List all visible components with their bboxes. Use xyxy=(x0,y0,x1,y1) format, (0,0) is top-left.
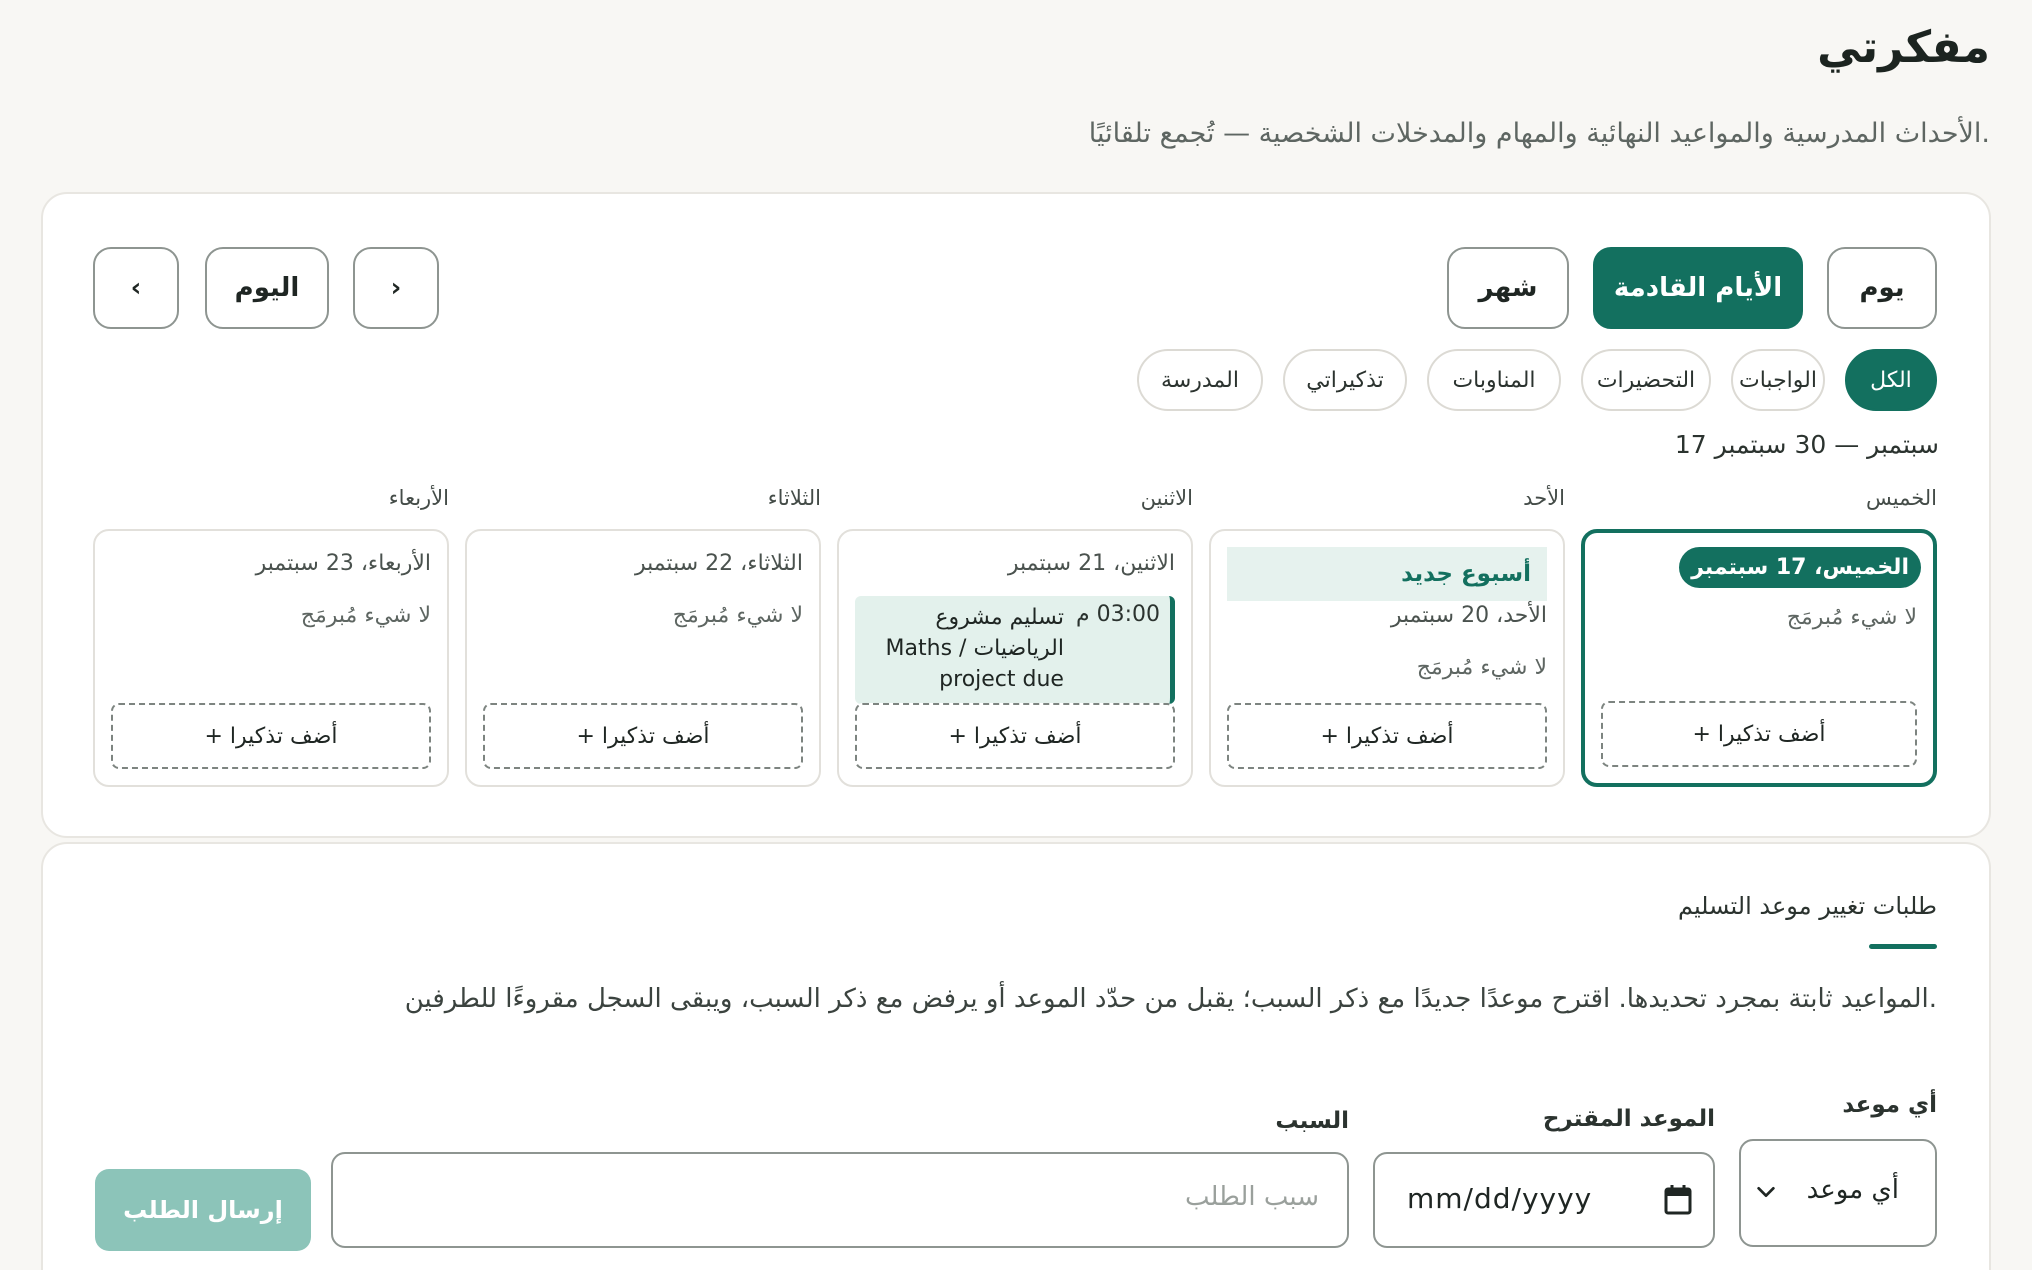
day-date: الأحد، 20 سبتمبر xyxy=(1390,603,1547,628)
view-day-button[interactable]: يوم xyxy=(1827,247,1937,329)
day-cell-today: الخميس، 17 سبتمبر لا شيء مُبرمَج + أضف ت… xyxy=(1581,529,1937,787)
filter-chip-preparations[interactable]: التحضيرات xyxy=(1581,349,1711,411)
deadline-select[interactable]: أي موعد xyxy=(1739,1139,1937,1247)
day-cell: الثلاثاء، 22 سبتمبر لا شيء مُبرمَج + أضف… xyxy=(465,529,821,787)
filter-chip-my-reminders[interactable]: تذكيراتي xyxy=(1283,349,1407,411)
weekday-header: الثلاثاء xyxy=(767,486,821,510)
day-date: الاثنين، 21 سبتمبر xyxy=(1007,551,1175,576)
prev-period-button[interactable]: › xyxy=(353,247,439,329)
calendar-card: يوم الأيام القادمة شهر ‹ اليوم › الكل ال… xyxy=(41,192,1991,838)
add-reminder-button[interactable]: + أضف تذكيرا xyxy=(483,703,803,769)
deadline-change-requests-card: طلبات تغيير موعد التسليم المواعيد ثابتة … xyxy=(41,842,1991,1270)
weekday-header: الاثنين xyxy=(1140,486,1193,510)
event-time: 03:00 م xyxy=(1075,602,1160,627)
add-reminder-button[interactable]: + أضف تذكيرا xyxy=(855,703,1175,769)
empty-day-text: لا شيء مُبرمَج xyxy=(1786,605,1917,630)
date-range-label: 17 سبتمبر — 30 سبتمبر xyxy=(1674,430,1939,459)
weekday-header: الأحد xyxy=(1523,486,1565,510)
day-cell: الاثنين، 21 سبتمبر 03:00 م تسليم مشروع ا… xyxy=(837,529,1193,787)
requests-section-title: طلبات تغيير موعد التسليم xyxy=(1677,892,1937,920)
day-date: الأربعاء، 23 سبتمبر xyxy=(255,551,431,576)
submit-request-button[interactable]: إرسال الطلب xyxy=(95,1169,311,1251)
deadline-select-label: أي موعد xyxy=(1842,1092,1937,1118)
reason-label: السبب xyxy=(1275,1108,1349,1134)
proposed-date-label: الموعد المقترح xyxy=(1542,1106,1715,1132)
weekday-header: الأربعاء xyxy=(388,486,449,510)
day-cell: الأربعاء، 23 سبتمبر لا شيء مُبرمَج + أضف… xyxy=(93,529,449,787)
filter-chip-all[interactable]: الكل xyxy=(1845,349,1937,411)
calendar-event[interactable]: 03:00 م تسليم مشروع الرياضيات / Maths pr… xyxy=(855,596,1175,704)
filter-chip-homework[interactable]: الواجبات xyxy=(1731,349,1825,411)
empty-day-text: لا شيء مُبرمَج xyxy=(672,603,803,628)
requests-description: المواعيد ثابتة بمجرد تحديدها. اقترح موعد… xyxy=(404,984,1937,1014)
today-date-badge: الخميس، 17 سبتمبر xyxy=(1679,547,1921,588)
chevron-down-icon xyxy=(1757,1186,1775,1198)
add-reminder-button[interactable]: + أضف تذكيرا xyxy=(1601,701,1917,767)
event-title: تسليم مشروع الرياضيات / Maths project du… xyxy=(885,605,1064,692)
deadline-select-value: أي موعد xyxy=(1806,1175,1899,1205)
date-input-value: mm/dd/yyyy xyxy=(1407,1182,1593,1215)
day-date: الثلاثاء، 22 سبتمبر xyxy=(634,551,803,576)
view-month-button[interactable]: شهر xyxy=(1447,247,1569,329)
page-subtitle: الأحداث المدرسية والمواعيد النهائية والم… xyxy=(1088,118,1990,149)
filter-chip-shifts[interactable]: المناوبات xyxy=(1427,349,1561,411)
calendar-icon[interactable] xyxy=(1663,1184,1693,1216)
add-reminder-button[interactable]: + أضف تذكيرا xyxy=(1227,703,1547,769)
empty-day-text: لا شيء مُبرمَج xyxy=(300,603,431,628)
next-period-button[interactable]: ‹ xyxy=(93,247,179,329)
proposed-date-input[interactable]: mm/dd/yyyy xyxy=(1373,1152,1715,1248)
empty-day-text: لا شيء مُبرمَج xyxy=(1416,655,1547,680)
day-cell: أسبوع جديد الأحد، 20 سبتمبر لا شيء مُبرم… xyxy=(1209,529,1565,787)
weekday-header: الخميس xyxy=(1865,486,1937,510)
reason-input-placeholder: سبب الطلب xyxy=(1184,1182,1319,1212)
add-reminder-button[interactable]: + أضف تذكيرا xyxy=(111,703,431,769)
page-title: مفكرتي xyxy=(1817,22,1990,73)
reason-input[interactable]: سبب الطلب xyxy=(331,1152,1349,1248)
today-button[interactable]: اليوم xyxy=(205,247,329,329)
section-title-underline xyxy=(1869,944,1937,949)
new-week-banner: أسبوع جديد xyxy=(1227,547,1547,601)
view-upcoming-button[interactable]: الأيام القادمة xyxy=(1593,247,1803,329)
filter-chip-school[interactable]: المدرسة xyxy=(1137,349,1263,411)
